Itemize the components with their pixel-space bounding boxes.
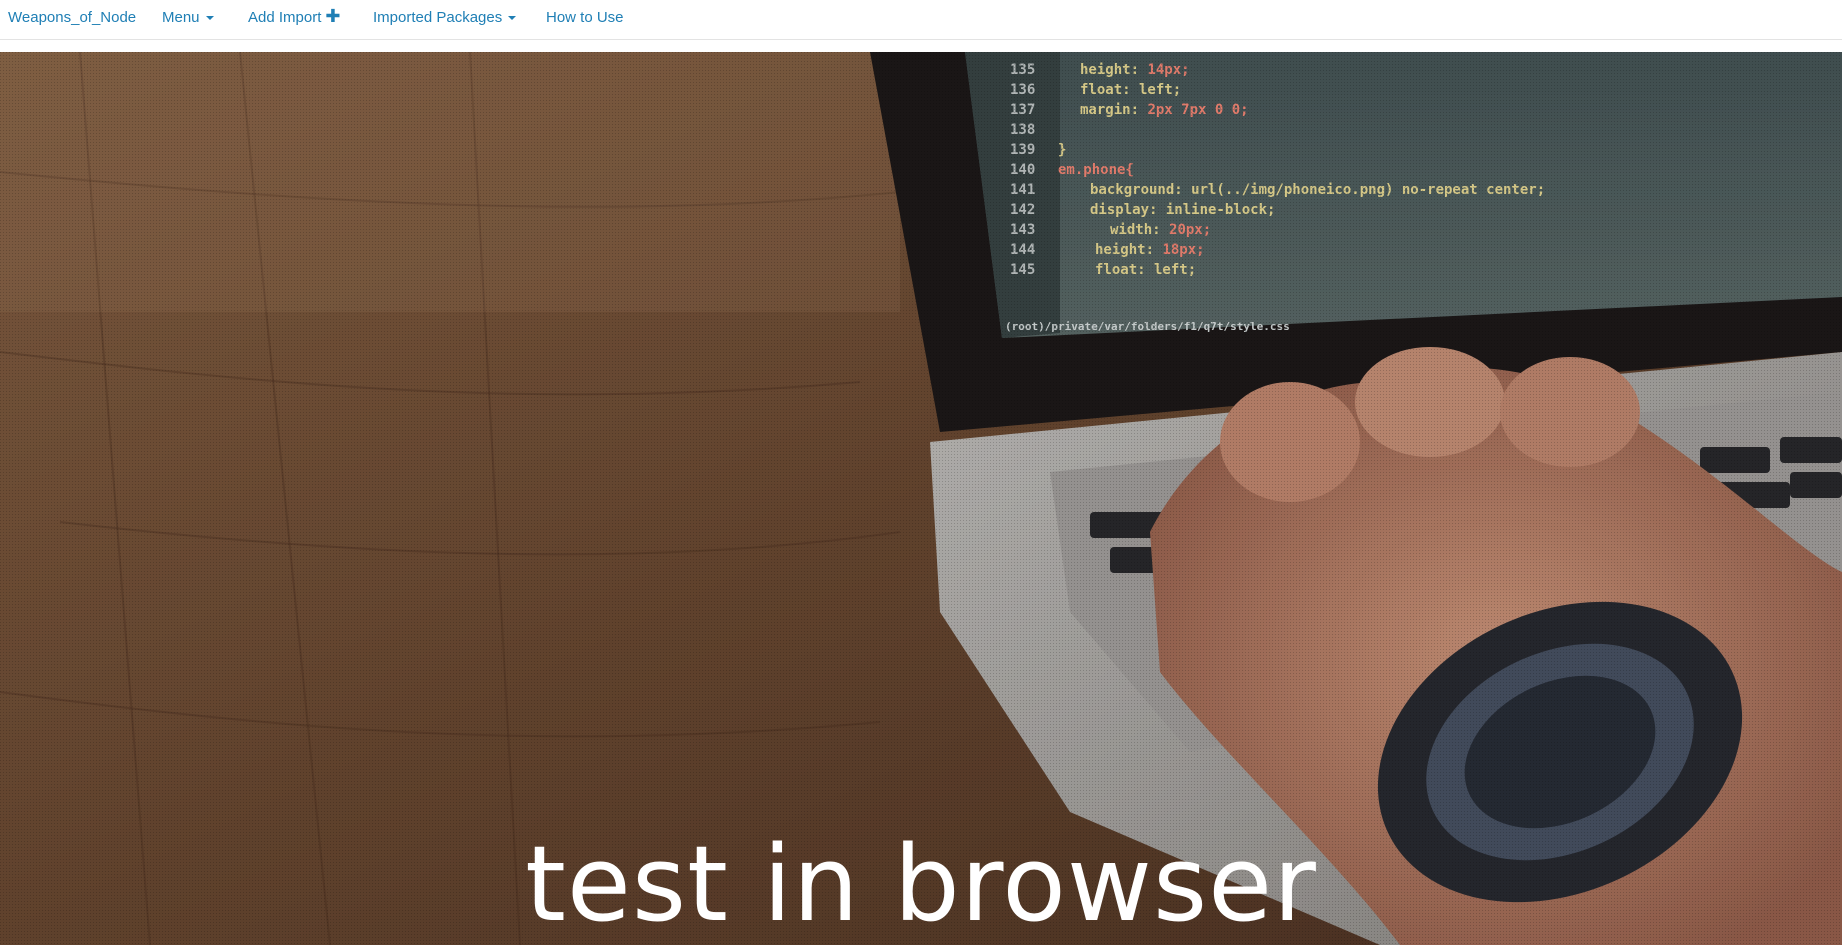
- hero-banner: 135 136 137 138 139 140 141 142 143 144 …: [0, 52, 1842, 945]
- add-import-label: Add Import: [248, 9, 322, 26]
- menu-dropdown-label: Menu: [162, 9, 200, 26]
- caret-down-icon: [205, 16, 214, 21]
- hero-title: test in browser: [525, 823, 1317, 945]
- how-to-use-link[interactable]: How to Use: [546, 9, 624, 26]
- brand-link[interactable]: Weapons_of_Node: [8, 9, 136, 26]
- caret-down-icon: [508, 16, 517, 21]
- hero-background-image: 135 136 137 138 139 140 141 142 143 144 …: [0, 52, 1842, 945]
- imported-packages-label: Imported Packages: [373, 9, 503, 26]
- add-import-link[interactable]: Add Import ✚: [248, 6, 341, 26]
- menu-dropdown[interactable]: Menu: [162, 9, 214, 26]
- plus-icon: ✚: [325, 6, 341, 26]
- top-navbar: Weapons_of_Node Menu Add Import ✚ Importe…: [0, 0, 1842, 40]
- imported-packages-dropdown[interactable]: Imported Packages: [373, 9, 517, 26]
